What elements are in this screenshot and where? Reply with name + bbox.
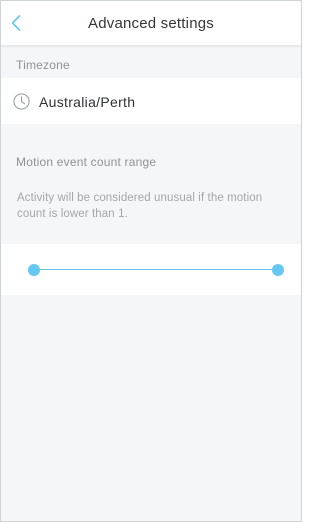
motion-range-section-label: Motion event count range (16, 155, 157, 169)
timezone-selector[interactable]: Australia/Perth (1, 78, 301, 124)
timezone-section-label: Timezone (16, 58, 70, 72)
slider-max-handle[interactable] (272, 264, 284, 276)
slider-track[interactable] (35, 269, 279, 270)
header-bar: Advanced settings (1, 1, 301, 46)
advanced-settings-screen: Advanced settings Timezone Australia/Per… (0, 0, 302, 522)
timezone-value: Australia/Perth (39, 94, 136, 110)
slider-min-handle[interactable] (28, 264, 40, 276)
clock-icon (13, 93, 30, 110)
page-title: Advanced settings (88, 15, 214, 32)
motion-range-slider (1, 244, 301, 295)
motion-range-description: Activity will be considered unusual if t… (17, 192, 263, 220)
